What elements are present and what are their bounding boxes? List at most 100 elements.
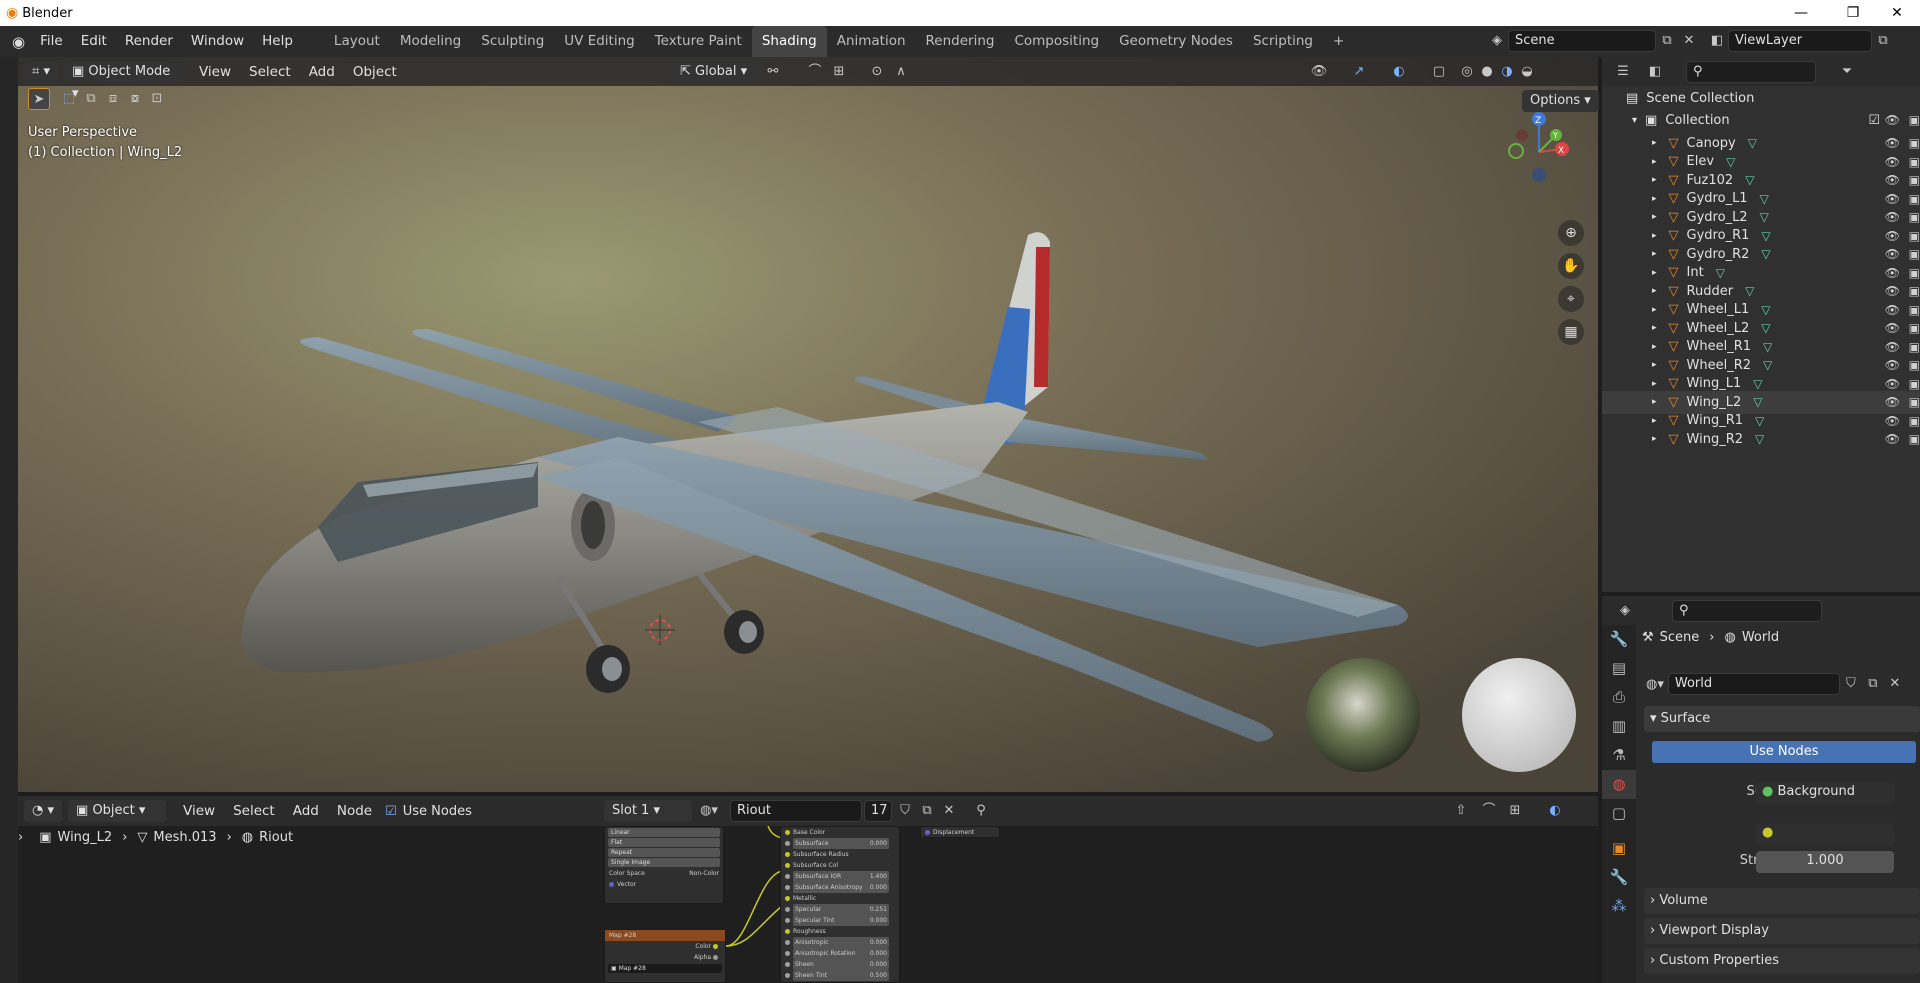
mesh-data-icon[interactable]: ▽ [1753,377,1762,391]
pivot-icon[interactable]: ⚯ [762,61,784,83]
scene-collection-row[interactable]: ▤ Scene Collection [1602,87,1920,110]
scene-tab-icon[interactable]: ⚗ [1602,741,1636,770]
workspace-tab-uv-editing[interactable]: UV Editing [554,26,644,57]
select-invert-icon[interactable]: ⧇ [124,88,146,110]
expand-icon[interactable]: ▸ [1652,138,1657,148]
expand-icon[interactable]: ▸ [1652,157,1657,167]
node-editor[interactable]: › ▣ Wing_L2 › ▽ Mesh.013 › ◍ Riout Linea… [18,826,1598,983]
select-extend-icon[interactable]: ⧉ [80,88,102,110]
transform-orientation-dropdown[interactable]: ⇱ Global ▾ [672,60,760,83]
viewlayer-copy-icon[interactable]: ⧉ [1872,30,1894,52]
bsdf-input-row[interactable]: Subsurface IOR 1.400 [781,871,899,882]
workspace-tab-rendering[interactable]: Rendering [916,26,1005,57]
expand-icon[interactable]: ▸ [1652,231,1657,241]
snap-icon[interactable]: ⌒ [804,61,826,83]
camera-icon[interactable]: ▣ [1909,414,1920,428]
camera-icon[interactable]: ▣ [1909,155,1920,169]
input-socket-icon[interactable] [785,830,790,835]
pin-icon[interactable]: ⚲ [970,800,992,822]
properties-search-input[interactable]: ⚲ [1672,599,1822,622]
parent-node-tree-icon[interactable]: ⇧ [1450,800,1472,822]
bsdf-input-row[interactable]: Specular Tint 0.000 [781,915,899,926]
input-socket-icon[interactable] [785,918,790,923]
source-dropdown[interactable]: Single Image [608,858,720,867]
eye-icon[interactable]: 👁 [1885,284,1900,298]
principled-bsdf-node[interactable]: Base Color Subsurface 0.000 Subsurface Radi… [780,826,900,983]
input-socket-icon[interactable] [785,885,790,890]
viewport-menu-add[interactable]: Add [300,64,344,80]
node-menu-add[interactable]: Add [284,803,328,819]
interpolation-dropdown[interactable]: Linear [608,828,720,837]
strength-field[interactable]: 1.000 [1756,851,1894,873]
camera-icon[interactable]: ▣ [1909,210,1920,224]
eye-icon[interactable]: 👁 [1885,358,1900,372]
viewport-menu-select[interactable]: Select [240,64,300,80]
workspace-tab-sculpting[interactable]: Sculpting [471,26,554,57]
solid-shading-icon[interactable]: ● [1476,61,1498,83]
projection-dropdown[interactable]: Flat [608,838,720,847]
scene-name-field[interactable]: Scene [1508,30,1656,52]
map-image-field[interactable]: ▣ Map #28 [608,964,722,973]
input-socket-icon[interactable] [785,962,790,967]
node-snap-icon[interactable]: ⌒ [1478,800,1500,822]
bsdf-input-row[interactable]: Anisotropic Rotation 0.000 [781,948,899,959]
falloff-icon[interactable]: ∧ [890,61,912,83]
outliner-search-input[interactable]: ⚲ [1686,60,1816,83]
mesh-data-icon[interactable]: ▽ [1726,155,1735,169]
eye-icon[interactable]: 👁 [1885,377,1900,391]
expand-icon[interactable]: ▸ [1652,342,1657,352]
panel-volume[interactable]: › Volume [1644,888,1920,914]
workspace-tab-geometry-nodes[interactable]: Geometry Nodes [1109,26,1243,57]
mesh-data-icon[interactable]: ▽ [1761,321,1770,335]
scene-copy-icon[interactable]: ⧉ [1656,30,1678,52]
gizmo-toggle-icon[interactable]: ↗ [1348,61,1370,83]
camera-view-icon[interactable]: ⌖ [1558,286,1584,312]
ortho-grid-icon[interactable]: ▦ [1558,319,1584,345]
expand-icon[interactable]: ▸ [1652,379,1657,389]
overlay-toggle-icon[interactable]: ◐ [1388,61,1410,83]
mode-dropdown[interactable]: ▣ Object Mode ▾ [63,60,182,101]
bsdf-input-row[interactable]: Metallic [781,893,899,904]
node-snap-target-icon[interactable]: ⊞ [1504,800,1526,822]
input-socket-icon[interactable] [785,929,790,934]
menu-edit[interactable]: Edit [72,26,116,57]
camera-icon[interactable]: ▣ [1909,192,1920,206]
material-fake-user-icon[interactable]: ⛉ [894,800,916,822]
camera-icon[interactable]: ▣ [1909,358,1920,372]
camera-icon[interactable]: ▣ [1909,113,1920,127]
mesh-data-icon[interactable]: ▽ [1753,395,1762,409]
minimize-button[interactable]: — [1778,0,1824,26]
menu-help[interactable]: Help [253,26,302,57]
camera-icon[interactable]: ▣ [1909,303,1920,317]
mesh-data-icon[interactable]: ▽ [1761,229,1770,243]
eye-icon[interactable]: 👁 [1885,155,1900,169]
workspace-tab-layout[interactable]: Layout [324,26,390,57]
scene-remove-icon[interactable]: ✕ [1678,30,1700,52]
mesh-data-icon[interactable]: ▽ [1716,266,1725,280]
material-duplicate-icon[interactable]: ⧉ [916,800,938,822]
slot-dropdown[interactable]: Slot 1 ▾ [604,800,692,822]
mesh-data-icon[interactable]: ▽ [1755,432,1764,446]
use-nodes-checkbox-icon[interactable]: ☑ [385,804,397,819]
input-socket-icon[interactable] [785,841,790,846]
render-tab-icon[interactable]: ▤ [1602,654,1636,683]
mesh-data-icon[interactable]: ▽ [1748,136,1757,150]
color-space-value[interactable]: Non-Color [689,868,719,879]
panel-viewport-display[interactable]: › Viewport Display [1644,918,1920,944]
world-browse-icon[interactable]: ◍▾ [1646,677,1664,692]
options-dropdown[interactable]: Options ▾ [1522,90,1599,112]
eye-icon[interactable]: 👁 [1885,192,1900,206]
filter-icon[interactable]: ⏷ [1836,61,1858,83]
eye-icon[interactable]: 👁 [1885,321,1900,335]
expand-icon[interactable]: ▸ [1652,286,1657,296]
displacement-socket-icon[interactable] [925,830,930,835]
object-tab-icon[interactable]: ▣ [1602,834,1636,863]
mesh-data-icon[interactable]: ▽ [1745,284,1754,298]
camera-icon[interactable]: ▣ [1909,284,1920,298]
rendered-shading-icon[interactable]: ◒ [1516,61,1538,83]
viewport-menu-object[interactable]: Object [344,64,406,80]
select-subtract-icon[interactable]: ⧈ [102,88,124,110]
expand-icon[interactable]: ▸ [1652,305,1657,315]
mesh-data-icon[interactable]: ▽ [1761,303,1770,317]
eye-icon[interactable]: 👁 [1885,340,1900,354]
